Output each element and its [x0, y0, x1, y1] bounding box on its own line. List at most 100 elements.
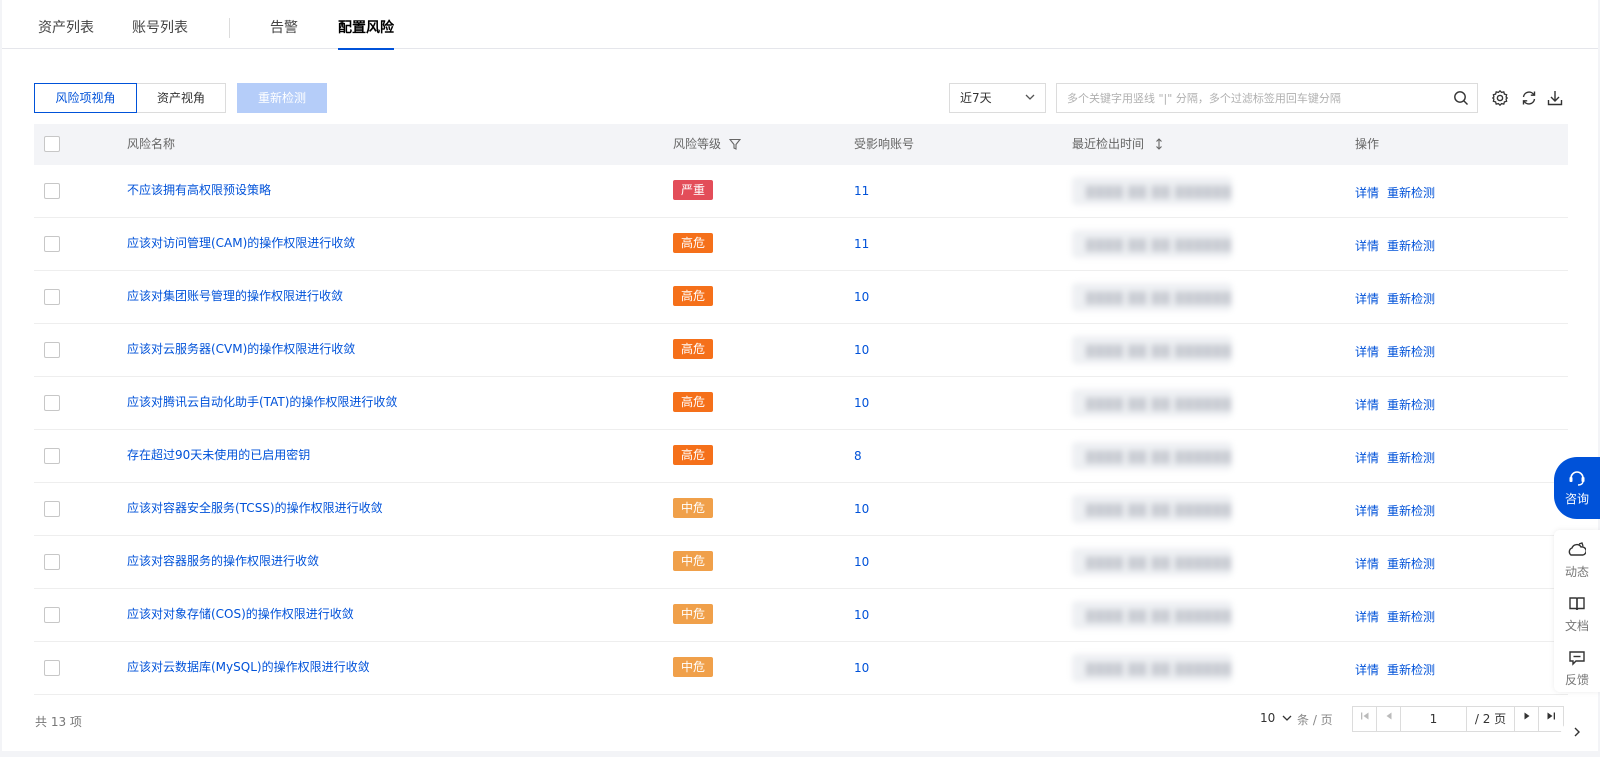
search-input[interactable]: [1057, 84, 1437, 112]
table-row: 应该对访问管理(CAM)的操作权限进行收敛 高危 11 ████ ██ ██ █…: [34, 218, 1568, 271]
last-page-button[interactable]: [1539, 707, 1563, 731]
recheck-link[interactable]: 重新检测: [1387, 608, 1435, 625]
recheck-link[interactable]: 重新检测: [1387, 343, 1435, 360]
tab-config-risk[interactable]: 配置风险: [338, 0, 394, 50]
row-checkbox[interactable]: [44, 607, 60, 623]
last-detected-time: ████ ██ ██ ██████: [1072, 548, 1232, 576]
row-checkbox[interactable]: [44, 289, 60, 305]
affected-count-link[interactable]: 10: [854, 555, 869, 569]
recheck-link[interactable]: 重新检测: [1387, 555, 1435, 572]
header-last-detected: 最近检出时间: [1072, 124, 1164, 165]
table-header: 风险名称 风险等级 受影响账号 最近检出时间 操作: [34, 124, 1568, 165]
header-risk-name: 风险名称: [127, 137, 176, 151]
details-link[interactable]: 详情: [1355, 502, 1379, 519]
risk-level-badge: 中危: [673, 551, 713, 571]
recheck-button[interactable]: 重新检测: [237, 83, 327, 113]
risk-name-link[interactable]: 应该对容器服务的操作权限进行收敛: [127, 552, 319, 569]
recheck-link[interactable]: 重新检测: [1387, 661, 1435, 678]
affected-count-link[interactable]: 10: [854, 290, 869, 304]
affected-count-link[interactable]: 11: [854, 184, 869, 198]
collapse-side-button[interactable]: [1561, 722, 1593, 744]
refresh-icon[interactable]: [1520, 89, 1538, 107]
affected-count-link[interactable]: 10: [854, 608, 869, 622]
recheck-link[interactable]: 重新检测: [1387, 502, 1435, 519]
risk-name-link[interactable]: 存在超过90天未使用的已启用密钥: [127, 446, 310, 463]
feedback-button[interactable]: 反馈: [1554, 650, 1600, 688]
next-page-button[interactable]: [1515, 707, 1539, 731]
risk-name-link[interactable]: 应该对访问管理(CAM)的操作权限进行收敛: [127, 234, 355, 251]
header-risk-level: 风险等级: [673, 124, 741, 165]
affected-count-link[interactable]: 10: [854, 661, 869, 675]
search-box: [1056, 83, 1478, 113]
prev-page-button[interactable]: [1377, 707, 1401, 731]
details-link[interactable]: 详情: [1355, 343, 1379, 360]
row-checkbox[interactable]: [44, 395, 60, 411]
docs-button[interactable]: 文档: [1554, 596, 1600, 634]
row-checkbox[interactable]: [44, 660, 60, 676]
settings-icon[interactable]: [1491, 89, 1509, 107]
row-checkbox[interactable]: [44, 342, 60, 358]
table-row: 应该对集团账号管理的操作权限进行收敛 高危 10 ████ ██ ██ ████…: [34, 271, 1568, 324]
row-checkbox[interactable]: [44, 554, 60, 570]
consult-button[interactable]: 咨询: [1554, 457, 1600, 519]
last-detected-time: ████ ██ ██ ██████: [1072, 654, 1232, 682]
details-link[interactable]: 详情: [1355, 555, 1379, 572]
risk-name-link[interactable]: 应该对云服务器(CVM)的操作权限进行收敛: [127, 340, 355, 357]
asset-view-button[interactable]: 资产视角: [136, 83, 226, 113]
risk-name-link[interactable]: 应该对腾讯云自动化助手(TAT)的操作权限进行收敛: [127, 393, 397, 410]
prev-page-icon: [1386, 712, 1391, 720]
recheck-link[interactable]: 重新检测: [1387, 237, 1435, 254]
time-range-select[interactable]: 近7天: [949, 83, 1046, 113]
download-icon[interactable]: [1546, 89, 1564, 107]
recheck-link[interactable]: 重新检测: [1387, 184, 1435, 201]
next-page-icon: [1524, 712, 1529, 720]
affected-count-link[interactable]: 11: [854, 237, 869, 251]
chevron-down-icon: [1282, 715, 1292, 721]
affected-count-link[interactable]: 8: [854, 449, 862, 463]
row-checkbox[interactable]: [44, 448, 60, 464]
last-detected-time: ████ ██ ██ ██████: [1072, 442, 1232, 470]
header-affected-accounts: 受影响账号: [854, 137, 915, 151]
row-checkbox[interactable]: [44, 501, 60, 517]
docs-label: 文档: [1564, 619, 1589, 633]
page-size-select[interactable]: 10: [1260, 711, 1292, 725]
risk-level-badge: 高危: [673, 233, 713, 253]
row-checkbox[interactable]: [44, 183, 60, 199]
select-all-checkbox[interactable]: [44, 136, 60, 152]
tab-alerts[interactable]: 告警: [270, 0, 298, 49]
risk-name-link[interactable]: 应该对集团账号管理的操作权限进行收敛: [127, 287, 343, 304]
first-page-button[interactable]: [1353, 707, 1377, 731]
risk-name-link[interactable]: 应该对云数据库(MySQL)的操作权限进行收敛: [127, 658, 370, 675]
tab-account-list[interactable]: 账号列表: [132, 0, 188, 49]
table-row: 应该对云数据库(MySQL)的操作权限进行收敛 中危 10 ████ ██ ██…: [34, 642, 1568, 695]
risk-name-link[interactable]: 应该对对象存储(COS)的操作权限进行收敛: [127, 605, 354, 622]
details-link[interactable]: 详情: [1355, 237, 1379, 254]
details-link[interactable]: 详情: [1355, 449, 1379, 466]
risk-level-badge: 中危: [673, 604, 713, 624]
header-last-detected-label: 最近检出时间: [1072, 137, 1145, 151]
row-checkbox[interactable]: [44, 236, 60, 252]
total-pages: / 2 页: [1467, 707, 1515, 731]
dynamic-button[interactable]: 动态: [1554, 542, 1600, 580]
details-link[interactable]: 详情: [1355, 290, 1379, 307]
recheck-link[interactable]: 重新检测: [1387, 396, 1435, 413]
risk-name-link[interactable]: 应该对容器安全服务(TCSS)的操作权限进行收敛: [127, 499, 383, 516]
details-link[interactable]: 详情: [1355, 184, 1379, 201]
last-detected-time: ████ ██ ██ ██████: [1072, 336, 1232, 364]
affected-count-link[interactable]: 10: [854, 502, 869, 516]
details-link[interactable]: 详情: [1355, 661, 1379, 678]
recheck-link[interactable]: 重新检测: [1387, 290, 1435, 307]
risk-name-link[interactable]: 不应该拥有高权限预设策略: [127, 181, 271, 198]
table-row: 应该对云服务器(CVM)的操作权限进行收敛 高危 10 ████ ██ ██ █…: [34, 324, 1568, 377]
details-link[interactable]: 详情: [1355, 608, 1379, 625]
affected-count-link[interactable]: 10: [854, 396, 869, 410]
risk-view-button[interactable]: 风险项视角: [34, 83, 137, 113]
tab-asset-list[interactable]: 资产列表: [38, 0, 94, 49]
details-link[interactable]: 详情: [1355, 396, 1379, 413]
page-number-input[interactable]: 1: [1401, 707, 1467, 731]
search-icon[interactable]: [1453, 90, 1469, 106]
affected-count-link[interactable]: 10: [854, 343, 869, 357]
filter-icon[interactable]: [728, 138, 741, 150]
sort-icon[interactable]: [1154, 138, 1164, 150]
recheck-link[interactable]: 重新检测: [1387, 449, 1435, 466]
